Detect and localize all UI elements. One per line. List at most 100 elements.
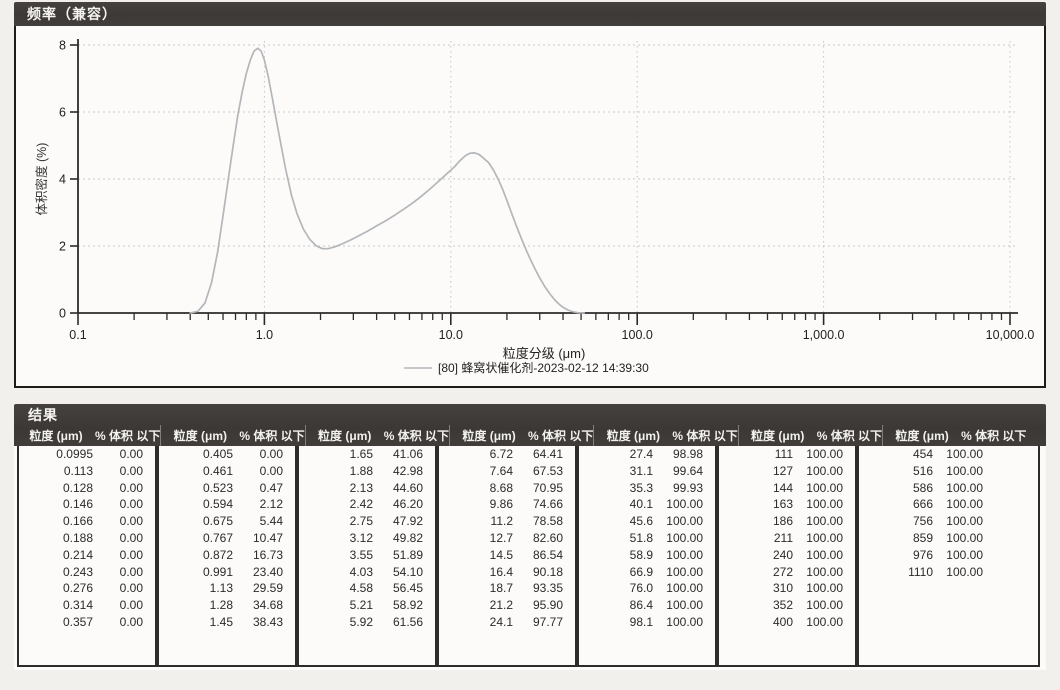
table-row: 0.1660.00 — [19, 513, 155, 530]
cell-volume-under: 100.00 — [653, 513, 703, 530]
cell-particle-size: 4.03 — [299, 564, 373, 581]
cell-volume-under: 99.64 — [653, 463, 703, 480]
table-row: 16.490.18 — [439, 564, 575, 581]
table-row: 0.5942.12 — [159, 496, 295, 513]
cell-volume-under: 98.98 — [653, 446, 703, 463]
cell-volume-under: 0.00 — [93, 446, 143, 463]
cell-volume-under: 100.00 — [653, 564, 703, 581]
cell-volume-under: 2.12 — [233, 496, 283, 513]
y-tick-label: 4 — [59, 173, 66, 187]
table-row: 516100.00 — [859, 463, 1038, 480]
cell-particle-size: 211 — [719, 530, 793, 547]
table-row: 14.586.54 — [439, 547, 575, 564]
cell-volume-under: 29.59 — [233, 580, 283, 597]
cell-particle-size: 4.58 — [299, 580, 373, 597]
table-row: 352100.00 — [719, 597, 855, 614]
particle-size-distribution-plot: 024680.11.010.0100.01,000.010,000.0体积密度 … — [16, 26, 1044, 384]
cell-volume-under: 46.20 — [373, 496, 423, 513]
cell-volume-under: 34.68 — [233, 597, 283, 614]
cell-particle-size: 0.991 — [159, 564, 233, 581]
cell-volume-under: 100.00 — [793, 496, 843, 513]
table-row: 51.8100.00 — [579, 530, 715, 547]
col-header-size: 粒度 (μm) — [17, 427, 95, 444]
cell-volume-under: 0.00 — [93, 614, 143, 631]
results-group: 1.6541.061.8842.982.1344.602.4246.202.75… — [297, 446, 437, 667]
col-header-size: 粒度 (μm) — [450, 427, 528, 444]
results-title: 结果 — [14, 404, 1046, 425]
cell-particle-size: 0.188 — [19, 530, 93, 547]
x-tick-label: 10,000.0 — [986, 328, 1035, 342]
cell-volume-under: 86.54 — [513, 547, 563, 564]
cell-particle-size: 0.166 — [19, 513, 93, 530]
cell-particle-size: 240 — [719, 547, 793, 564]
table-row: 0.1880.00 — [19, 530, 155, 547]
results-group-header: 粒度 (μm)% 体积 以下 — [305, 425, 449, 446]
cell-volume-under: 23.40 — [233, 564, 283, 581]
cell-particle-size: 66.9 — [579, 564, 653, 581]
cell-particle-size: 7.64 — [439, 463, 513, 480]
cell-volume-under: 100.00 — [793, 530, 843, 547]
cell-volume-under: 100.00 — [933, 530, 983, 547]
frequency-panel-title-bar: 频率（兼容） — [14, 2, 1046, 26]
table-row: 24.197.77 — [439, 614, 575, 631]
cell-particle-size: 756 — [859, 513, 933, 530]
cell-particle-size: 2.75 — [299, 513, 373, 530]
cell-particle-size: 1.13 — [159, 580, 233, 597]
cell-particle-size: 163 — [719, 496, 793, 513]
col-header-size: 粒度 (μm) — [739, 427, 817, 444]
col-header-volume-under: % 体积 以下 — [384, 427, 449, 444]
cell-particle-size: 310 — [719, 580, 793, 597]
table-row: 0.1460.00 — [19, 496, 155, 513]
table-row: 976100.00 — [859, 547, 1038, 564]
table-row: 4.0354.10 — [299, 564, 435, 581]
cell-volume-under: 0.00 — [93, 513, 143, 530]
table-row: 7.6467.53 — [439, 463, 575, 480]
table-row: 1.1329.59 — [159, 580, 295, 597]
cell-volume-under: 0.00 — [233, 446, 283, 463]
table-row: 756100.00 — [859, 513, 1038, 530]
cell-volume-under: 100.00 — [933, 463, 983, 480]
table-row: 45.6100.00 — [579, 513, 715, 530]
cell-particle-size: 21.2 — [439, 597, 513, 614]
table-row: 859100.00 — [859, 530, 1038, 547]
cell-particle-size: 2.42 — [299, 496, 373, 513]
cell-particle-size: 31.1 — [579, 463, 653, 480]
cell-particle-size: 2.13 — [299, 480, 373, 497]
cell-particle-size: 3.55 — [299, 547, 373, 564]
cell-particle-size: 3.12 — [299, 530, 373, 547]
results-group: 454100.00516100.00586100.00666100.007561… — [857, 446, 1040, 667]
legend-label: [80] 蜂窝状催化剂-2023-02-12 14:39:30 — [438, 360, 649, 375]
y-tick-label: 2 — [59, 240, 66, 254]
table-row: 31.199.64 — [579, 463, 715, 480]
table-row: 0.2760.00 — [19, 580, 155, 597]
table-row: 1.4538.43 — [159, 614, 295, 631]
cell-volume-under: 100.00 — [653, 614, 703, 631]
table-row: 0.87216.73 — [159, 547, 295, 564]
cell-volume-under: 100.00 — [653, 530, 703, 547]
results-group-header: 粒度 (μm)% 体积 以下 — [882, 425, 1060, 446]
results-group: 111100.00127100.00144100.00163100.001861… — [717, 446, 857, 667]
table-row: 8.6870.95 — [439, 480, 575, 497]
cell-volume-under: 90.18 — [513, 564, 563, 581]
cell-particle-size: 86.4 — [579, 597, 653, 614]
cell-particle-size: 5.92 — [299, 614, 373, 631]
table-row: 127100.00 — [719, 463, 855, 480]
cell-volume-under: 42.98 — [373, 463, 423, 480]
cell-volume-under: 74.66 — [513, 496, 563, 513]
cell-particle-size: 0.405 — [159, 446, 233, 463]
cell-particle-size: 51.8 — [579, 530, 653, 547]
cell-volume-under: 16.73 — [233, 547, 283, 564]
table-row: 0.6755.44 — [159, 513, 295, 530]
cell-particle-size: 454 — [859, 446, 933, 463]
cell-volume-under: 100.00 — [933, 496, 983, 513]
cell-particle-size: 0.461 — [159, 463, 233, 480]
table-row: 3.5551.89 — [299, 547, 435, 564]
table-row: 2.1344.60 — [299, 480, 435, 497]
table-row: 2.7547.92 — [299, 513, 435, 530]
table-row: 1.6541.06 — [299, 446, 435, 463]
table-row: 0.4610.00 — [159, 463, 295, 480]
y-tick-label: 0 — [59, 307, 66, 321]
cell-particle-size: 1.28 — [159, 597, 233, 614]
cell-particle-size: 127 — [719, 463, 793, 480]
table-row: 27.498.98 — [579, 446, 715, 463]
